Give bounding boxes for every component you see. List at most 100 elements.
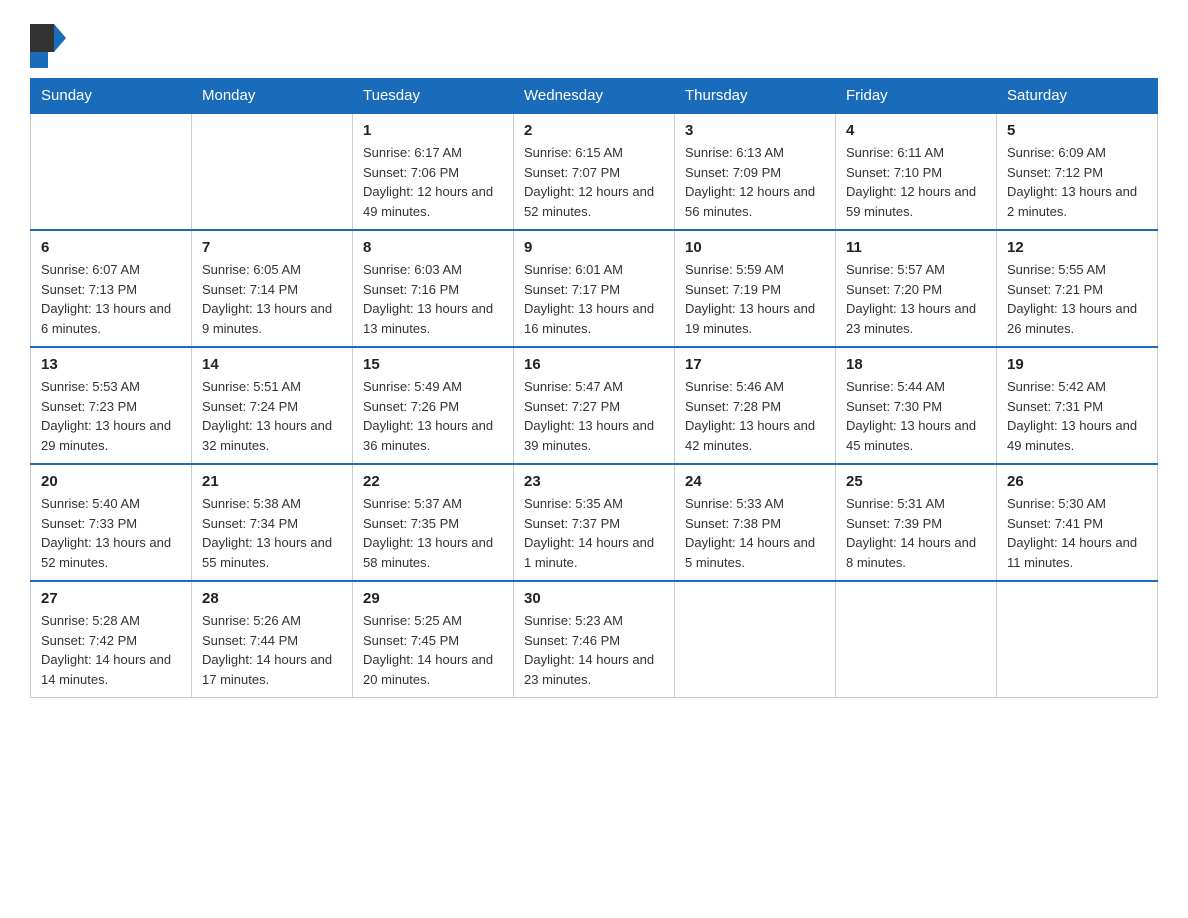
day-info: Sunrise: 5:57 AMSunset: 7:20 PMDaylight:…: [846, 260, 986, 338]
day-cell: 3 Sunrise: 6:13 AMSunset: 7:09 PMDaylight…: [675, 113, 836, 230]
day-cell: 12Sunrise: 5:55 AMSunset: 7:21 PMDayligh…: [997, 230, 1158, 347]
day-number: 22: [363, 473, 503, 490]
day-info: Sunrise: 5:38 AMSunset: 7:34 PMDaylight:…: [202, 494, 342, 572]
day-number: 10: [685, 239, 825, 256]
calendar-header: SundayMondayTuesdayWednesdayThursdayFrid…: [31, 79, 1158, 114]
day-number: 19: [1007, 356, 1147, 373]
day-info: Sunrise: 6:07 AMSunset: 7:13 PMDaylight:…: [41, 260, 181, 338]
day-info: Sunrise: 5:42 AMSunset: 7:31 PMDaylight:…: [1007, 377, 1147, 455]
day-info: Sunrise: 5:37 AMSunset: 7:35 PMDaylight:…: [363, 494, 503, 572]
day-cell: 11 Sunrise: 5:57 AMSunset: 7:20 PMDayligh…: [836, 230, 997, 347]
day-number: 30: [524, 590, 664, 607]
day-number: 28: [202, 590, 342, 607]
day-number: 16: [524, 356, 664, 373]
day-info: Sunrise: 5:59 AMSunset: 7:19 PMDaylight:…: [685, 260, 825, 338]
day-cell: 23 Sunrise: 5:35 AMSunset: 7:37 PMDayligh…: [514, 464, 675, 581]
day-info: Sunrise: 5:31 AMSunset: 7:39 PMDaylight:…: [846, 494, 986, 572]
day-number: 25: [846, 473, 986, 490]
day-cell: 18 Sunrise: 5:44 AMSunset: 7:30 PMDayligh…: [836, 347, 997, 464]
day-cell: 17 Sunrise: 5:46 AMSunset: 7:28 PMDayligh…: [675, 347, 836, 464]
day-info: Sunrise: 5:44 AMSunset: 7:30 PMDaylight:…: [846, 377, 986, 455]
day-info: Sunrise: 5:25 AMSunset: 7:45 PMDaylight:…: [363, 611, 503, 689]
day-number: 12: [1007, 239, 1147, 256]
day-cell: 14Sunrise: 5:51 AMSunset: 7:24 PMDayligh…: [192, 347, 353, 464]
day-info: Sunrise: 6:01 AMSunset: 7:17 PMDaylight:…: [524, 260, 664, 338]
day-number: 26: [1007, 473, 1147, 490]
week-row-1: 1Sunrise: 6:17 AMSunset: 7:06 PMDaylight…: [31, 113, 1158, 230]
day-info: Sunrise: 5:46 AMSunset: 7:28 PMDaylight:…: [685, 377, 825, 455]
day-cell: 2 Sunrise: 6:15 AMSunset: 7:07 PMDaylight…: [514, 113, 675, 230]
day-info: Sunrise: 5:40 AMSunset: 7:33 PMDaylight:…: [41, 494, 181, 572]
day-info: Sunrise: 5:49 AMSunset: 7:26 PMDaylight:…: [363, 377, 503, 455]
day-cell: 27 Sunrise: 5:28 AMSunset: 7:42 PMDayligh…: [31, 581, 192, 698]
logo-icon: [30, 24, 66, 68]
day-cell: 1Sunrise: 6:17 AMSunset: 7:06 PMDaylight…: [353, 113, 514, 230]
day-number: 23: [524, 473, 664, 490]
header-cell-tuesday: Tuesday: [353, 79, 514, 114]
day-cell: [997, 581, 1158, 698]
day-number: 4: [846, 122, 986, 139]
day-info: Sunrise: 6:03 AMSunset: 7:16 PMDaylight:…: [363, 260, 503, 338]
day-number: 14: [202, 356, 342, 373]
day-cell: 5Sunrise: 6:09 AMSunset: 7:12 PMDaylight…: [997, 113, 1158, 230]
day-number: 27: [41, 590, 181, 607]
day-cell: 19 Sunrise: 5:42 AMSunset: 7:31 PMDayligh…: [997, 347, 1158, 464]
week-row-3: 13Sunrise: 5:53 AMSunset: 7:23 PMDayligh…: [31, 347, 1158, 464]
calendar-body: 1Sunrise: 6:17 AMSunset: 7:06 PMDaylight…: [31, 113, 1158, 698]
day-info: Sunrise: 6:15 AMSunset: 7:07 PMDaylight:…: [524, 143, 664, 221]
day-cell: 21Sunrise: 5:38 AMSunset: 7:34 PMDayligh…: [192, 464, 353, 581]
day-number: 18: [846, 356, 986, 373]
day-number: 5: [1007, 122, 1147, 139]
day-cell: 6 Sunrise: 6:07 AMSunset: 7:13 PMDaylight…: [31, 230, 192, 347]
day-info: Sunrise: 5:28 AMSunset: 7:42 PMDaylight:…: [41, 611, 181, 689]
day-number: 3: [685, 122, 825, 139]
day-cell: 9 Sunrise: 6:01 AMSunset: 7:17 PMDaylight…: [514, 230, 675, 347]
header-cell-monday: Monday: [192, 79, 353, 114]
day-cell: 15 Sunrise: 5:49 AMSunset: 7:26 PMDayligh…: [353, 347, 514, 464]
day-number: 6: [41, 239, 181, 256]
page-header: [30, 24, 1158, 68]
logo: [30, 24, 70, 68]
day-number: 17: [685, 356, 825, 373]
day-info: Sunrise: 5:53 AMSunset: 7:23 PMDaylight:…: [41, 377, 181, 455]
day-number: 9: [524, 239, 664, 256]
day-cell: [675, 581, 836, 698]
day-number: 11: [846, 239, 986, 256]
week-row-2: 6 Sunrise: 6:07 AMSunset: 7:13 PMDaylight…: [31, 230, 1158, 347]
day-cell: 24 Sunrise: 5:33 AMSunset: 7:38 PMDayligh…: [675, 464, 836, 581]
day-info: Sunrise: 5:23 AMSunset: 7:46 PMDaylight:…: [524, 611, 664, 689]
day-cell: 7 Sunrise: 6:05 AMSunset: 7:14 PMDaylight…: [192, 230, 353, 347]
day-cell: 20Sunrise: 5:40 AMSunset: 7:33 PMDayligh…: [31, 464, 192, 581]
day-info: Sunrise: 6:13 AMSunset: 7:09 PMDaylight:…: [685, 143, 825, 221]
week-row-4: 20Sunrise: 5:40 AMSunset: 7:33 PMDayligh…: [31, 464, 1158, 581]
day-cell: [31, 113, 192, 230]
day-cell: 28 Sunrise: 5:26 AMSunset: 7:44 PMDayligh…: [192, 581, 353, 698]
day-cell: 30 Sunrise: 5:23 AMSunset: 7:46 PMDayligh…: [514, 581, 675, 698]
day-number: 8: [363, 239, 503, 256]
week-row-5: 27 Sunrise: 5:28 AMSunset: 7:42 PMDayligh…: [31, 581, 1158, 698]
day-number: 29: [363, 590, 503, 607]
day-number: 15: [363, 356, 503, 373]
day-info: Sunrise: 6:11 AMSunset: 7:10 PMDaylight:…: [846, 143, 986, 221]
header-cell-sunday: Sunday: [31, 79, 192, 114]
day-info: Sunrise: 5:47 AMSunset: 7:27 PMDaylight:…: [524, 377, 664, 455]
day-info: Sunrise: 6:17 AMSunset: 7:06 PMDaylight:…: [363, 143, 503, 221]
header-cell-saturday: Saturday: [997, 79, 1158, 114]
day-cell: 4 Sunrise: 6:11 AMSunset: 7:10 PMDaylight…: [836, 113, 997, 230]
day-info: Sunrise: 5:26 AMSunset: 7:44 PMDaylight:…: [202, 611, 342, 689]
day-cell: 26 Sunrise: 5:30 AMSunset: 7:41 PMDayligh…: [997, 464, 1158, 581]
day-number: 7: [202, 239, 342, 256]
day-cell: 8 Sunrise: 6:03 AMSunset: 7:16 PMDaylight…: [353, 230, 514, 347]
header-cell-friday: Friday: [836, 79, 997, 114]
day-cell: 25 Sunrise: 5:31 AMSunset: 7:39 PMDayligh…: [836, 464, 997, 581]
day-cell: [192, 113, 353, 230]
day-info: Sunrise: 5:30 AMSunset: 7:41 PMDaylight:…: [1007, 494, 1147, 572]
day-number: 24: [685, 473, 825, 490]
day-cell: 10 Sunrise: 5:59 AMSunset: 7:19 PMDayligh…: [675, 230, 836, 347]
day-info: Sunrise: 5:35 AMSunset: 7:37 PMDaylight:…: [524, 494, 664, 572]
day-info: Sunrise: 6:05 AMSunset: 7:14 PMDaylight:…: [202, 260, 342, 338]
day-cell: 29 Sunrise: 5:25 AMSunset: 7:45 PMDayligh…: [353, 581, 514, 698]
day-info: Sunrise: 5:33 AMSunset: 7:38 PMDaylight:…: [685, 494, 825, 572]
header-cell-wednesday: Wednesday: [514, 79, 675, 114]
day-number: 2: [524, 122, 664, 139]
